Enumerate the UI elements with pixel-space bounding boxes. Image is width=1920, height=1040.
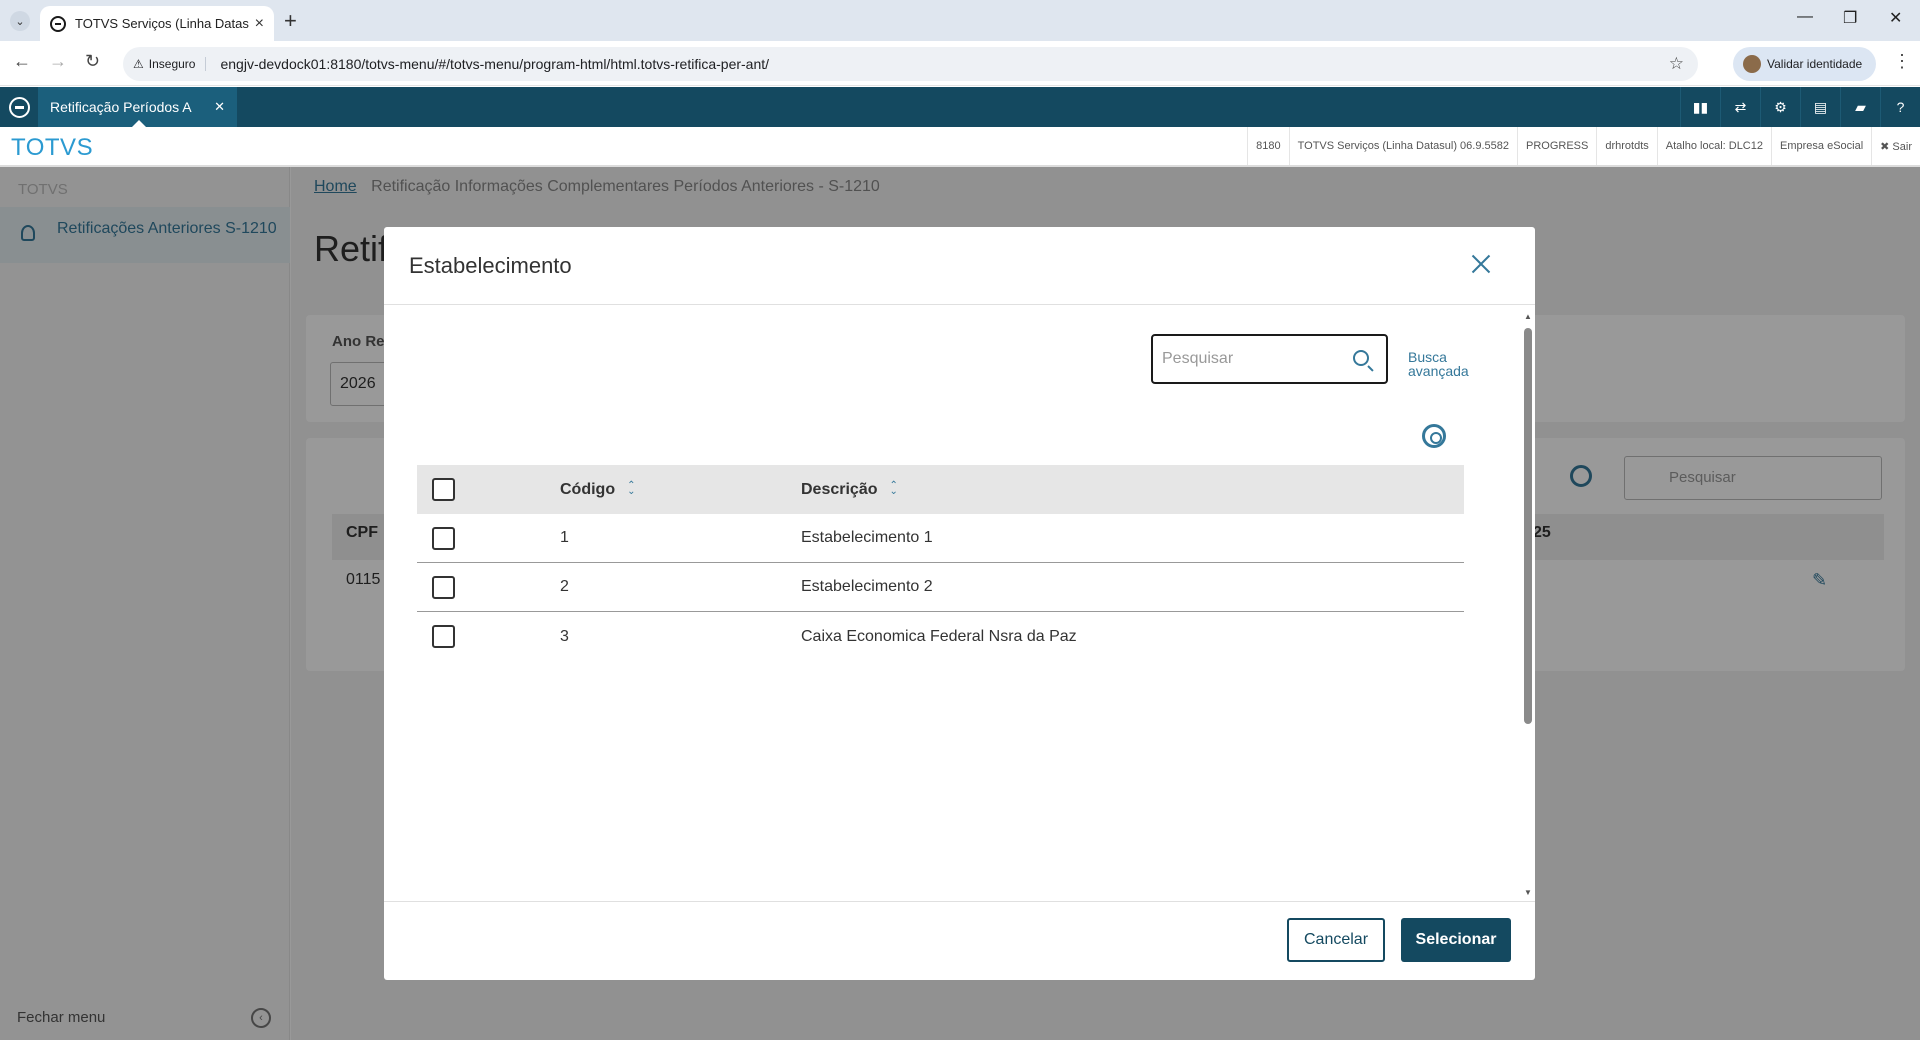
sort-icon[interactable]: ⌃ ⌄: [627, 481, 635, 497]
col-codigo[interactable]: Código ⌃ ⌄: [560, 481, 635, 499]
description-cell: Estabelecimento 1: [801, 529, 933, 546]
modal-search-input[interactable]: [1162, 347, 1342, 371]
scroll-thumb[interactable]: [1524, 328, 1532, 724]
row-checkbox[interactable]: [432, 576, 455, 599]
minimize-icon[interactable]: —: [1797, 8, 1813, 26]
modal-close-icon[interactable]: [1466, 249, 1496, 279]
chat-icon[interactable]: ▰: [1840, 87, 1880, 127]
identity-label: Validar identidade: [1767, 57, 1863, 71]
new-tab-icon[interactable]: +: [284, 8, 297, 34]
modal-scrollbar[interactable]: ▲ ▼: [1523, 312, 1533, 897]
info-shortcut: Atalho local: DLC12: [1656, 127, 1771, 165]
estabelecimento-modal: Estabelecimento Busca avançada Código⌃⌄ …: [384, 227, 1535, 980]
identity-button[interactable]: Validar identidade: [1733, 47, 1876, 81]
table-row[interactable]: 3 Caixa Economica Federal Nsra da Paz: [417, 612, 1464, 661]
scroll-down-icon[interactable]: ▼: [1524, 888, 1532, 897]
browser-tab-title: TOTVS Serviços (Linha Datasul): [75, 16, 249, 31]
signal-icon[interactable]: ▮▮: [1680, 87, 1720, 127]
program-tab[interactable]: Retificação Períodos A ✕: [38, 87, 237, 127]
header-actions: ▮▮ ⇄ ⚙ ▤ ▰ ?: [1680, 87, 1920, 127]
advanced-search-link[interactable]: Busca avançada: [1408, 350, 1488, 378]
row-checkbox[interactable]: [432, 625, 455, 648]
browser-menu-icon[interactable]: ⋮: [1893, 51, 1911, 72]
modal-title: Estabelecimento: [409, 253, 572, 278]
description-cell: Caixa Economica Federal Nsra da Paz: [801, 627, 1077, 645]
table-header: Código ⌃ ⌄ Descrição ⌃ ⌄: [417, 465, 1464, 514]
table-row[interactable]: 1 Estabelecimento 1: [417, 514, 1464, 563]
logout-button[interactable]: ✖ Sair: [1871, 127, 1920, 165]
info-company[interactable]: Empresa eSocial: [1771, 127, 1871, 165]
columns-settings-icon[interactable]: [1422, 424, 1446, 448]
description-cell: Estabelecimento 2: [801, 578, 933, 595]
bookmark-star-icon[interactable]: ☆: [1669, 54, 1684, 74]
code-cell: 2: [560, 578, 569, 595]
address-bar[interactable]: ⚠ Inseguro engjv-devdock01:8180/totvs-me…: [123, 47, 1698, 81]
totvs-favicon-icon: [50, 15, 66, 32]
table-row[interactable]: 2 Estabelecimento 2: [417, 563, 1464, 612]
url-text: engjv-devdock01:8180/totvs-menu/#/totvs-…: [220, 56, 770, 72]
col-descricao[interactable]: Descrição ⌃ ⌄: [801, 481, 898, 499]
shuffle-icon[interactable]: ⇄: [1720, 87, 1760, 127]
back-icon[interactable]: ←: [13, 51, 31, 72]
gear-icon[interactable]: ⚙: [1760, 87, 1800, 127]
estabelecimento-table: Código ⌃ ⌄ Descrição ⌃ ⌄ 1 Estabelecimento 1…: [417, 465, 1464, 661]
cancel-button[interactable]: Cancelar: [1287, 918, 1385, 962]
avatar: [1743, 55, 1761, 73]
search-icon[interactable]: [1353, 350, 1369, 366]
info-product: TOTVS Serviços (Linha Datasul) 06.9.5582: [1288, 127, 1517, 165]
app-subheader: TOTVS 8180 TOTVS Serviços (Linha Datasul…: [0, 127, 1920, 167]
row-checkbox[interactable]: [432, 527, 455, 550]
program-tab-title: Retificação Períodos A: [50, 99, 192, 115]
document-icon[interactable]: ▤: [1800, 87, 1840, 127]
select-all-checkbox[interactable]: [432, 478, 455, 501]
scroll-up-icon[interactable]: ▲: [1524, 312, 1532, 321]
code-cell: 3: [560, 627, 569, 645]
code-cell: 1: [560, 529, 569, 546]
warning-icon: ⚠: [133, 57, 144, 71]
browser-toolbar: ← → ↻ ⚠ Inseguro engjv-devdock01:8180/to…: [0, 41, 1920, 86]
sort-icon[interactable]: ⌃ ⌄: [890, 481, 898, 497]
close-program-tab-icon[interactable]: ✕: [214, 99, 225, 115]
reload-icon[interactable]: ↻: [85, 51, 100, 72]
modal-header-divider: [384, 304, 1535, 305]
info-bar: 8180 TOTVS Serviços (Linha Datasul) 06.9…: [1247, 127, 1920, 165]
security-label: Inseguro: [148, 57, 196, 71]
totvs-logo-icon[interactable]: [9, 97, 30, 118]
info-user: drhrotdts: [1596, 127, 1656, 165]
window-close-icon[interactable]: ✕: [1889, 8, 1902, 28]
restore-icon[interactable]: ❐: [1843, 8, 1857, 28]
help-icon[interactable]: ?: [1880, 87, 1920, 127]
browser-tabstrip: ⌄ TOTVS Serviços (Linha Datasul) × + — ❐…: [0, 0, 1920, 41]
modal-search-field[interactable]: [1151, 334, 1388, 384]
security-indicator[interactable]: ⚠ Inseguro: [133, 57, 207, 71]
brand-logo: TOTVS: [11, 134, 94, 161]
browser-tab[interactable]: TOTVS Serviços (Linha Datasul) ×: [40, 6, 274, 41]
app-header: Retificação Períodos A ✕ ▮▮ ⇄ ⚙ ▤ ▰ ?: [0, 87, 1920, 127]
info-port: 8180: [1247, 127, 1288, 165]
info-db: PROGRESS: [1516, 127, 1596, 165]
select-button[interactable]: Selecionar: [1401, 918, 1511, 962]
tab-search-button[interactable]: ⌄: [10, 11, 30, 31]
modal-footer-divider: [384, 901, 1535, 902]
close-tab-icon[interactable]: ×: [255, 15, 264, 33]
forward-icon[interactable]: →: [49, 51, 67, 72]
